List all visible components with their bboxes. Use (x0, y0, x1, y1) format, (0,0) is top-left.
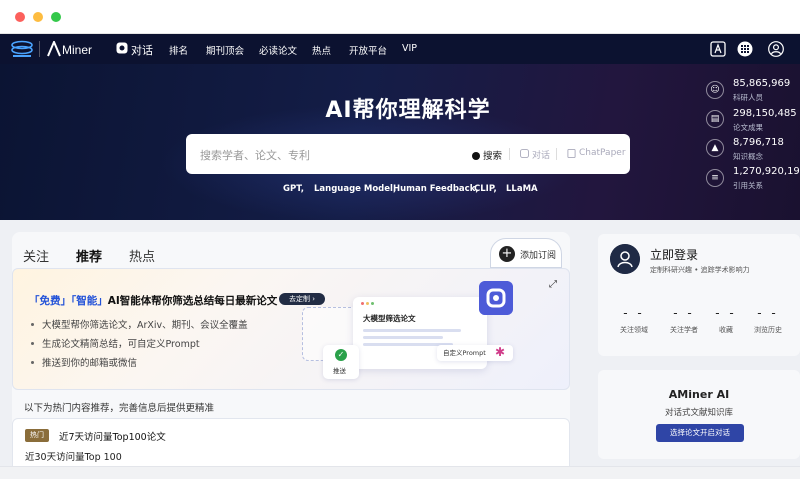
search-divider (509, 148, 510, 160)
item-title[interactable]: 近7天访问量Top100论文 (59, 429, 166, 443)
plus-icon: + (499, 246, 515, 262)
chat-icon (116, 42, 128, 54)
stat-researchers-value: 85,865,969 (733, 78, 791, 89)
maximize-window-button[interactable] (51, 12, 61, 22)
logo-divider (39, 41, 40, 57)
hot-tag[interactable]: LLaMA (506, 184, 538, 194)
item-subtitle[interactable]: 近30天访问量Top 100 (25, 449, 122, 463)
stat-concepts-label: 知识概念 (733, 152, 763, 161)
hero-title: AI帮你理解科学 (325, 98, 491, 123)
close-window-button[interactable] (15, 12, 25, 22)
chatpaper-icon (567, 149, 576, 158)
customize-button[interactable]: 去定制 › (279, 293, 325, 305)
recommendation-hint: 以下为热门内容推荐，完善信息后提供更精准 (24, 403, 215, 414)
document-icon: ▤ (706, 110, 724, 128)
window-dot (371, 302, 374, 305)
window-dot (366, 302, 369, 305)
apps-grid-icon[interactable] (737, 41, 753, 57)
login-panel: 立即登录 定制科研兴趣 • 追踪学术影响力 - - 关注领域 - - 关注学者 … (598, 234, 800, 356)
promo-bullet: 生成论文精简总结，可自定义Prompt (31, 336, 200, 350)
avatar-icon[interactable] (610, 244, 640, 274)
stat-papers-value: 298,150,485 (733, 108, 797, 119)
count-fields-label[interactable]: 关注领域 (609, 325, 659, 335)
check-icon: ✓ (335, 349, 347, 361)
chat-mode-icon (520, 149, 529, 158)
count-history: - - (757, 306, 779, 320)
hot-tag[interactable]: Human Feedback, (393, 184, 479, 194)
list-icon: ≡ (706, 169, 724, 187)
feed-panel: 关注 推荐 热点 + 添加订阅 「免费」「智能」AI智能体帮你筛选总结每日最新论… (12, 232, 570, 479)
translate-icon[interactable] (710, 41, 726, 57)
stat-papers-label: 论文成果 (733, 123, 763, 132)
nav-vip[interactable]: VIP (402, 43, 417, 54)
tab-follow[interactable]: 关注 (23, 246, 49, 265)
search-input[interactable]: 搜索学者、论文、专利 (200, 147, 310, 163)
promo-title-text: AI智能体帮你筛选总结每日最新论文 (107, 295, 278, 307)
promo-title: 「免费」「智能」AI智能体帮你筛选总结每日最新论文 (29, 293, 277, 308)
ai-panel-subtitle: 对话式文献知识库 (664, 408, 733, 418)
logo-text[interactable]: Miner (62, 43, 92, 57)
search-box[interactable]: 搜索学者、论文、专利 搜索 对话 ChatPaper (186, 134, 630, 174)
count-fields: - - (623, 306, 645, 320)
tab-recommend[interactable]: 推荐 (76, 246, 102, 265)
promo-free-tag: 「免费」 (29, 295, 71, 307)
tab-hot[interactable]: 热点 (129, 246, 155, 265)
promo-smart-tag: 「智能」 (71, 295, 108, 307)
search-divider (556, 148, 557, 160)
promo-bullet: 大模型帮你筛选论文，ArXiv、期刊、会议全覆盖 (31, 317, 248, 331)
minimize-window-button[interactable] (33, 12, 43, 22)
placeholder-line (363, 336, 443, 339)
hot-tag[interactable]: CLIP, (474, 184, 497, 194)
add-subscription-button[interactable]: + 添加订阅 (490, 238, 562, 268)
hot-badge: 热门 (25, 429, 49, 442)
placeholder-line (363, 329, 461, 332)
stat-citations-value: 1,270,920,194 (733, 166, 800, 177)
search-button[interactable]: 搜索 (472, 148, 502, 162)
promo-bullet: 推送到你的邮箱或微信 (31, 355, 137, 369)
login-link[interactable]: 立即登录 (650, 246, 698, 263)
aminer-logo-icon[interactable] (46, 41, 62, 57)
add-subscription-label: 添加订阅 (520, 251, 557, 261)
stat-researchers-label: 科研人员 (733, 93, 763, 102)
user-profile-icon[interactable] (768, 41, 784, 57)
illustration-title: 大模型筛选论文 (363, 314, 416, 323)
kuaishou-logo-icon (11, 40, 33, 57)
top-header: Miner 对话 排名 期刊顶会 必读论文 热点 开放平台 VIP (0, 34, 800, 64)
illustration-push-card: ✓ 推送 (323, 345, 359, 379)
stat-concepts-value: 8,796,718 (733, 137, 784, 148)
bottom-toolbar (0, 466, 800, 479)
nav-hot[interactable]: 热点 (312, 43, 331, 57)
nav-chat[interactable]: 对话 (131, 42, 153, 58)
nav-open-platform[interactable]: 开放平台 (349, 43, 387, 57)
chat-mode-button[interactable]: 对话 (532, 148, 550, 161)
nav-journals[interactable]: 期刊顶会 (206, 43, 244, 57)
person-icon: ☺ (706, 81, 724, 99)
hero-banner: AI帮你理解科学 搜索学者、论文、专利 搜索 对话 ChatPaper GPT,… (0, 64, 800, 220)
chatpaper-button[interactable]: ChatPaper (579, 148, 626, 158)
nav-ranking[interactable]: 排名 (169, 43, 188, 57)
browser-chrome (0, 0, 800, 34)
ai-panel-title: AMiner AI (668, 388, 730, 401)
window-dot (361, 302, 364, 305)
count-history-label[interactable]: 浏览历史 (743, 325, 793, 335)
aminer-ai-panel: AMiner AI 对话式文献知识库 选择论文开启对话 (598, 370, 800, 459)
illustration-push-label: 推送 (333, 367, 346, 375)
stat-citations-label: 引用关系 (733, 181, 763, 190)
pin-icon: ✱ (495, 345, 506, 359)
hot-tag[interactable]: Language Model, (314, 184, 396, 194)
login-subtitle: 定制科研兴趣 • 追踪学术影响力 (650, 266, 750, 274)
graduation-icon: ▲ (706, 139, 724, 157)
collapse-icon[interactable]: ⤢ (549, 279, 557, 290)
start-chat-button[interactable]: 选择论文开启对话 (656, 424, 744, 442)
nav-must-read[interactable]: 必读论文 (259, 43, 297, 57)
aminer-app-icon (479, 281, 513, 315)
customize-label: 去定制 (288, 295, 310, 303)
promo-banner[interactable]: 「免费」「智能」AI智能体帮你筛选总结每日最新论文 去定制 › 大模型帮你筛选论… (12, 268, 570, 390)
hot-tag[interactable]: GPT, (283, 184, 304, 194)
